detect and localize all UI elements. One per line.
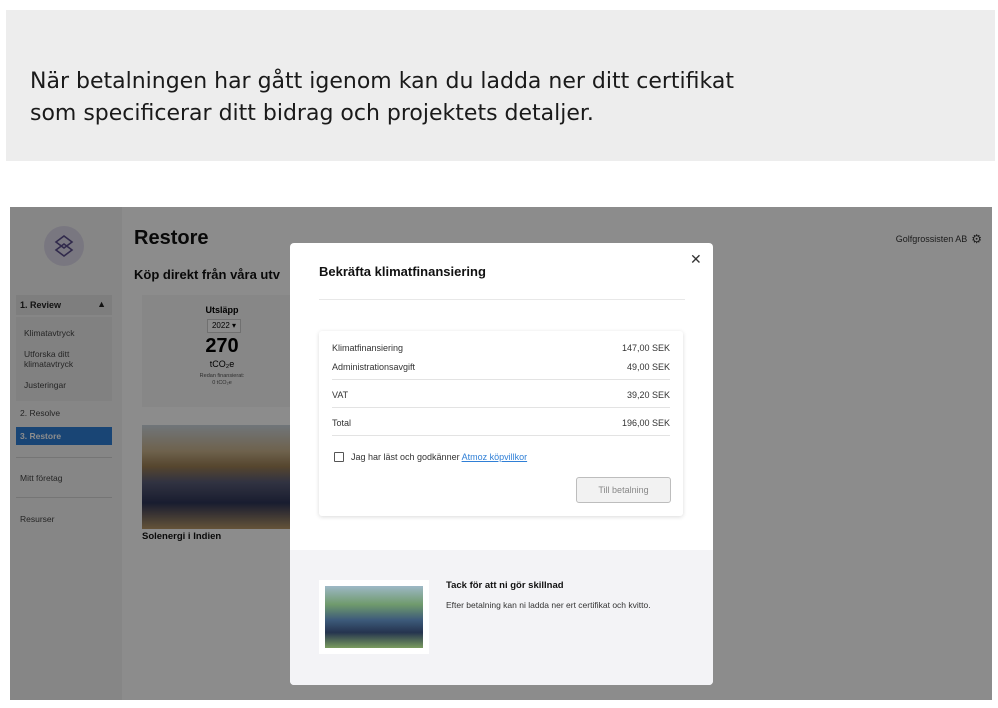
row-label: VAT bbox=[332, 390, 349, 400]
price-row-total: Total 196,00 SEK bbox=[332, 418, 670, 428]
row-label: Klimatfinansiering bbox=[332, 343, 404, 353]
price-row: VAT 39,20 SEK bbox=[332, 390, 670, 400]
confirm-modal: Bekräfta klimatfinansiering ✕ Klimatfina… bbox=[290, 243, 713, 685]
terms-text: Jag har läst och godkänner bbox=[351, 452, 462, 462]
pay-button[interactable]: Till betalning bbox=[576, 477, 671, 503]
thumbnail bbox=[319, 580, 429, 654]
row-value: 147,00 SEK bbox=[621, 343, 670, 353]
thanks-text: Efter betalning kan ni ladda ner ert cer… bbox=[446, 600, 651, 610]
row-label: Total bbox=[332, 418, 352, 428]
thumbnail-image bbox=[325, 586, 423, 648]
row-label: Administrationsavgift bbox=[332, 362, 416, 372]
modal-footer: Tack för att ni gör skillnad Efter betal… bbox=[290, 550, 713, 685]
terms-label: Jag har läst och godkänner Atmoz köpvill… bbox=[351, 452, 527, 462]
terms-checkbox[interactable] bbox=[334, 452, 344, 462]
caption-line-1: När betalningen har gått igenom kan du l… bbox=[30, 69, 734, 94]
price-row: Administrationsavgift 49,00 SEK bbox=[332, 362, 670, 372]
row-value: 196,00 SEK bbox=[621, 418, 670, 428]
divider bbox=[319, 299, 685, 300]
close-icon[interactable]: ✕ bbox=[690, 251, 702, 268]
terms-link[interactable]: Atmoz köpvillkor bbox=[462, 452, 528, 462]
row-value: 39,20 SEK bbox=[626, 390, 670, 400]
divider bbox=[332, 379, 670, 380]
row-value: 49,00 SEK bbox=[626, 362, 670, 372]
thanks-title: Tack för att ni gör skillnad bbox=[446, 580, 564, 591]
modal-title: Bekräfta klimatfinansiering bbox=[319, 264, 486, 279]
price-row: Klimatfinansiering 147,00 SEK bbox=[332, 343, 670, 353]
divider bbox=[332, 435, 670, 436]
caption-box: När betalningen har gått igenom kan du l… bbox=[6, 10, 995, 161]
caption-line-2: som specificerar ditt bidrag och projekt… bbox=[30, 101, 594, 126]
divider bbox=[332, 407, 670, 408]
caption-text: När betalningen har gått igenom kan du l… bbox=[30, 66, 790, 130]
price-summary: Klimatfinansiering 147,00 SEK Administra… bbox=[319, 331, 683, 516]
